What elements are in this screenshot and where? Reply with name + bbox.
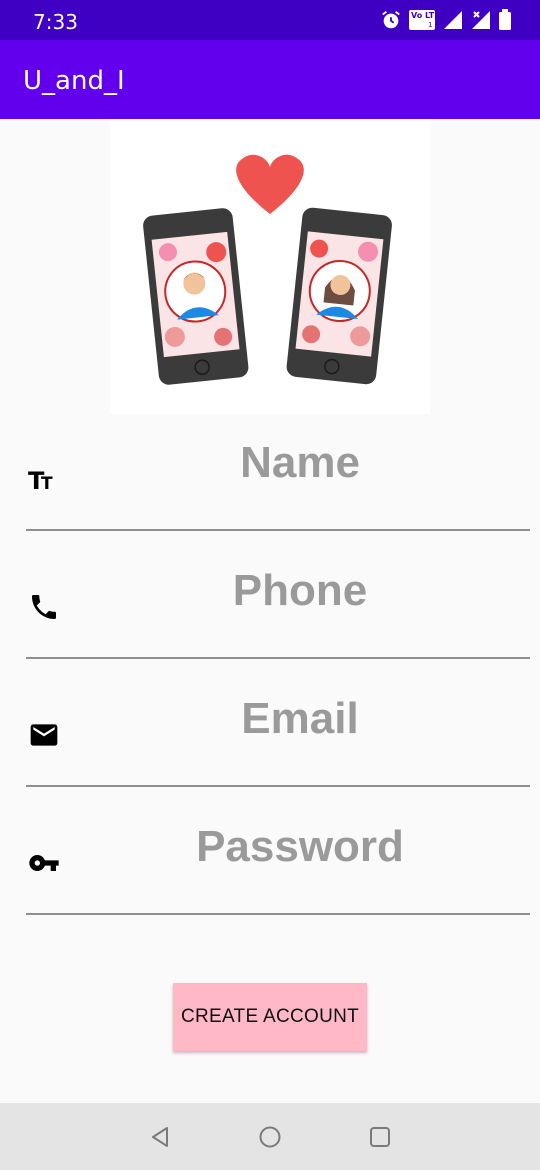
recents-icon (370, 1127, 390, 1147)
app-bar: U_and_I (0, 40, 540, 119)
volte-label: Vo LTE (411, 11, 436, 20)
name-input[interactable] (70, 423, 530, 503)
hero-illustration (110, 119, 430, 414)
status-bar: 7:33 Vo LTE 1 2 (0, 0, 540, 40)
password-input[interactable] (70, 807, 530, 887)
home-button[interactable] (256, 1123, 284, 1151)
battery-icon (499, 9, 511, 30)
home-icon (259, 1126, 281, 1148)
text-size-icon: T T (28, 467, 53, 495)
signal-no-data-icon (472, 11, 490, 29)
email-input[interactable] (70, 679, 530, 759)
key-icon (29, 855, 59, 871)
create-account-button[interactable]: CREATE ACCOUNT (173, 983, 367, 1051)
back-icon (152, 1127, 168, 1147)
navigation-bar (0, 1103, 540, 1170)
mail-icon (30, 724, 58, 746)
couple-phones-heart-illustration (143, 154, 392, 385)
svg-text:T: T (41, 474, 53, 494)
phone-field-row (0, 531, 540, 659)
status-icons: Vo LTE 1 2 (380, 9, 512, 31)
phone-icon (32, 595, 56, 619)
email-field-row (0, 659, 540, 787)
alarm-icon (382, 11, 400, 29)
password-field-row (0, 787, 540, 915)
status-time: 7:33 (33, 10, 78, 34)
name-field-row: T T (0, 403, 540, 531)
sim-label: 1 2 (428, 21, 436, 29)
volte-lte-icon: Vo LTE 1 2 (409, 10, 436, 30)
phone-input[interactable] (70, 551, 530, 631)
signal-icon (444, 11, 462, 29)
recents-button[interactable] (366, 1123, 394, 1151)
app-title: U_and_I (23, 66, 125, 96)
password-underline (26, 913, 530, 915)
back-button[interactable] (146, 1123, 174, 1151)
